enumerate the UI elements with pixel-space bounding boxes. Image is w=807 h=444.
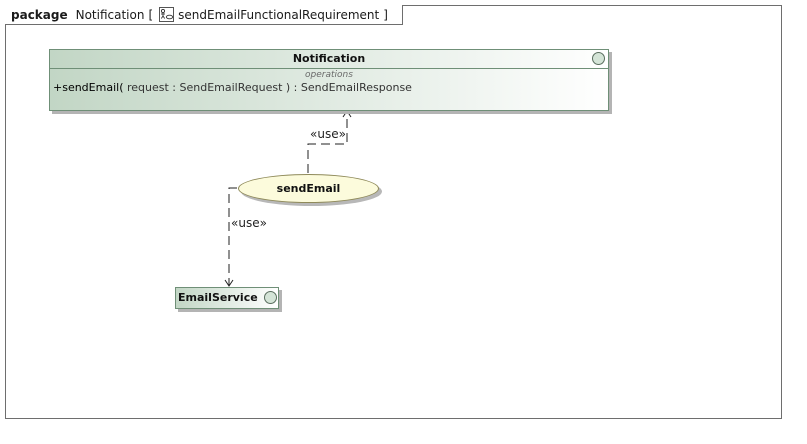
operations-compartment-label: operations — [305, 70, 353, 80]
interface-circle-icon — [592, 52, 605, 65]
dependency-usecase-to-notification[interactable] — [307, 112, 348, 173]
dependency-usecase-to-emailservice[interactable] — [228, 187, 237, 285]
use-case-name: sendEmail — [276, 182, 341, 195]
notification-interface[interactable]: Notification operations +sendEmail( requ… — [49, 49, 609, 111]
operation-name: +sendEmail( — [53, 81, 124, 94]
operation-send-email[interactable]: +sendEmail( request : SendEmailRequest )… — [50, 81, 608, 95]
operation-signature: request : SendEmailRequest ) : SendEmail… — [123, 81, 412, 94]
use-stereotype-label: «use» — [310, 127, 346, 141]
notification-interface-name: Notification — [50, 50, 608, 69]
interface-circle-icon — [264, 291, 277, 304]
email-service-name: EmailService — [178, 291, 258, 304]
use-stereotype-label: «use» — [231, 216, 267, 230]
use-case-send-email[interactable]: sendEmail — [238, 174, 379, 203]
diagram-canvas: package Notification [ sendEmailFunction… — [0, 0, 807, 444]
